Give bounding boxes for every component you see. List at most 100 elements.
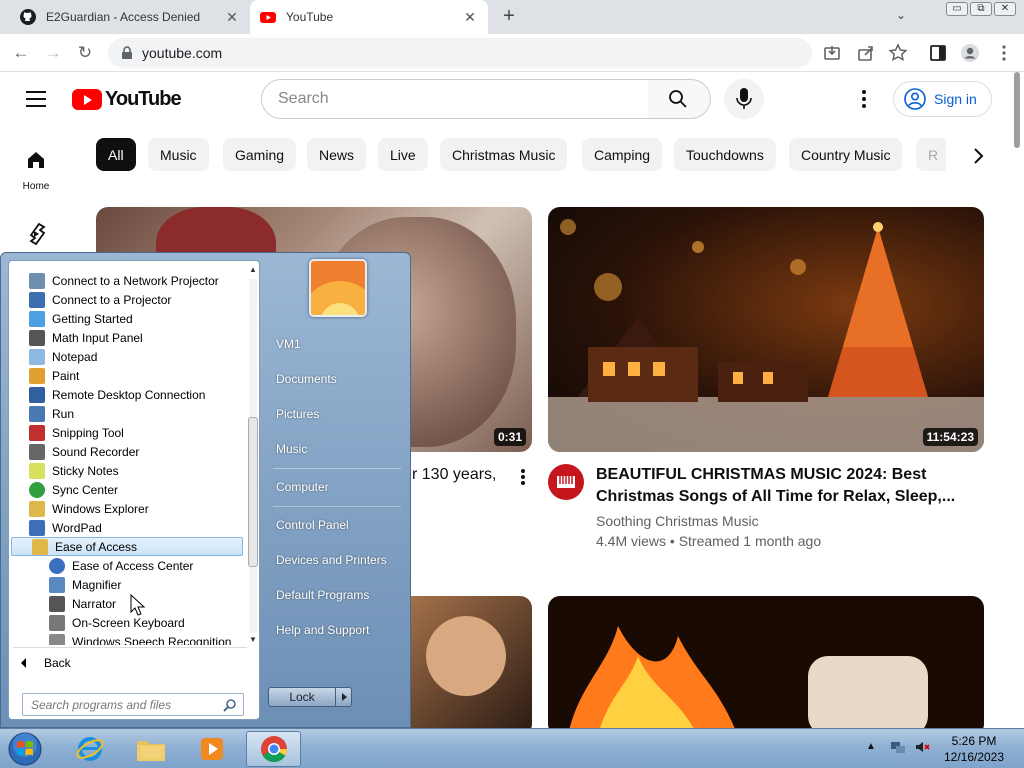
voice-search-button[interactable]: [724, 79, 764, 119]
volume-muted-icon[interactable]: [914, 739, 930, 755]
program-math-input-panel[interactable]: Math Input Panel: [29, 328, 143, 347]
program-sync-center[interactable]: Sync Center: [29, 480, 118, 499]
youtube-logo[interactable]: YouTube: [72, 88, 182, 111]
chip-gaming[interactable]: Gaming: [223, 138, 297, 171]
program-paint[interactable]: Paint: [29, 366, 79, 385]
chip-news[interactable]: News: [307, 138, 367, 171]
tab-e2guardian[interactable]: E2Guardian - Access Denied ✕: [10, 0, 250, 34]
taskbar: ▲ 5:26 PM 12/16/2023: [0, 728, 1024, 768]
close-window-button[interactable]: ✕: [994, 2, 1016, 16]
scroll-up-icon[interactable]: ▲: [249, 265, 257, 274]
program-wordpad[interactable]: WordPad: [29, 518, 102, 537]
video-duration: 11:54:23: [922, 428, 978, 446]
hamburger-menu-icon[interactable]: [26, 91, 46, 107]
forward-arrow-icon[interactable]: →: [42, 42, 64, 64]
folder-icon: [32, 538, 48, 555]
side-panel-icon[interactable]: [928, 43, 948, 63]
math-input-icon: [29, 329, 45, 346]
shorts-icon[interactable]: [25, 222, 47, 246]
link-devices-printers[interactable]: Devices and Printers: [276, 553, 387, 567]
sign-in-button[interactable]: Sign in: [893, 81, 992, 117]
profile-icon[interactable]: [960, 43, 980, 63]
chevron-right-icon[interactable]: [966, 146, 990, 166]
taskbar-internet-explorer[interactable]: [62, 731, 117, 767]
bookmark-star-icon[interactable]: [888, 43, 908, 63]
new-tab-button[interactable]: +: [498, 6, 520, 28]
program-snipping-tool[interactable]: Snipping Tool: [29, 423, 124, 442]
share-icon[interactable]: [856, 43, 876, 63]
back-button[interactable]: Back: [21, 656, 71, 670]
program-speech-recognition[interactable]: Windows Speech Recognition: [49, 632, 231, 645]
taskbar-media-player[interactable]: [184, 731, 239, 767]
install-app-icon[interactable]: [822, 43, 842, 63]
close-tab-icon[interactable]: ✕: [224, 9, 240, 26]
browser-menu-icon[interactable]: [994, 43, 1014, 63]
chip-country-music[interactable]: Country Music: [789, 138, 903, 171]
chip-christmas-music[interactable]: Christmas Music: [440, 138, 568, 171]
link-documents[interactable]: Documents: [276, 372, 337, 386]
link-default-programs[interactable]: Default Programs: [276, 588, 369, 602]
video-title[interactable]: BEAUTIFUL CHRISTMAS MUSIC 2024: Best Chr…: [596, 464, 966, 508]
user-picture[interactable]: [309, 259, 367, 317]
program-ease-of-access-center[interactable]: Ease of Access Center: [49, 556, 193, 575]
windows-start-orb-icon[interactable]: [6, 731, 44, 767]
program-notepad[interactable]: Notepad: [29, 347, 97, 366]
start-search-input[interactable]: Search programs and files: [22, 693, 244, 716]
search-input[interactable]: Search: [261, 79, 649, 119]
program-on-screen-keyboard[interactable]: On-Screen Keyboard: [49, 613, 185, 632]
program-run[interactable]: Run: [29, 404, 74, 423]
program-connect-network-projector[interactable]: Connect to a Network Projector: [29, 271, 219, 290]
program-sticky-notes[interactable]: Sticky Notes: [29, 461, 119, 480]
shutdown-options-arrow-icon[interactable]: [335, 687, 352, 707]
search-button[interactable]: [648, 79, 711, 119]
reload-icon[interactable]: ↻: [74, 42, 96, 64]
scroll-down-icon[interactable]: ▼: [249, 635, 257, 644]
link-user-vm1[interactable]: VM1: [276, 337, 301, 351]
minimize-button[interactable]: ▭: [946, 2, 968, 16]
system-clock[interactable]: 5:26 PM 12/16/2023: [935, 733, 1013, 765]
link-computer[interactable]: Computer: [276, 480, 329, 494]
back-arrow-icon[interactable]: ←: [10, 42, 32, 64]
folder-ease-of-access[interactable]: Ease of Access: [11, 537, 243, 556]
chip-all[interactable]: All: [96, 138, 136, 171]
program-connect-projector[interactable]: Connect to a Projector: [29, 290, 171, 309]
link-control-panel[interactable]: Control Panel: [276, 518, 349, 532]
scroll-thumb[interactable]: [248, 417, 258, 567]
network-icon[interactable]: [890, 739, 906, 755]
chip-live[interactable]: Live: [378, 138, 428, 171]
program-remote-desktop[interactable]: Remote Desktop Connection: [29, 385, 205, 404]
chip-camping[interactable]: Camping: [582, 138, 663, 171]
video-thumbnail[interactable]: 11:54:23: [548, 207, 984, 452]
chip-music[interactable]: Music: [148, 138, 209, 171]
page-scrollbar[interactable]: [1012, 72, 1022, 728]
close-tab-icon[interactable]: ✕: [462, 9, 478, 26]
program-list-scrollbar[interactable]: ▲ ▼: [247, 265, 259, 647]
program-magnifier[interactable]: Magnifier: [49, 575, 121, 594]
video-thumbnail[interactable]: [548, 596, 984, 736]
restore-button[interactable]: ⧉: [970, 2, 992, 16]
tab-search-icon[interactable]: ⌄: [896, 8, 906, 22]
link-music[interactable]: Music: [276, 442, 307, 456]
channel-name[interactable]: Soothing Christmas Music: [596, 513, 759, 529]
video-options-icon[interactable]: [520, 468, 526, 486]
program-windows-explorer[interactable]: Windows Explorer: [29, 499, 149, 518]
channel-avatar[interactable]: [548, 464, 584, 500]
show-hidden-icons-icon[interactable]: ▲: [866, 739, 882, 755]
program-narrator[interactable]: Narrator: [49, 594, 116, 613]
link-help-support[interactable]: Help and Support: [276, 623, 369, 637]
chip-truncated[interactable]: R: [916, 138, 946, 171]
taskbar-file-explorer[interactable]: [123, 731, 178, 767]
taskbar-chrome[interactable]: [246, 731, 301, 767]
tab-youtube[interactable]: YouTube ✕: [250, 0, 488, 34]
chip-touchdowns[interactable]: Touchdowns: [674, 138, 776, 171]
program-label: On-Screen Keyboard: [72, 615, 185, 630]
lock-button[interactable]: Lock: [268, 687, 336, 707]
scrollbar-thumb[interactable]: [1014, 72, 1020, 148]
video-title[interactable]: r 130 years,: [412, 464, 496, 486]
program-sound-recorder[interactable]: Sound Recorder: [29, 442, 139, 461]
settings-kebab-icon[interactable]: [856, 88, 872, 110]
address-bar[interactable]: youtube.com: [108, 38, 812, 68]
link-pictures[interactable]: Pictures: [276, 407, 319, 421]
sidebar-item-home[interactable]: Home: [14, 150, 58, 192]
program-getting-started[interactable]: Getting Started: [29, 309, 133, 328]
